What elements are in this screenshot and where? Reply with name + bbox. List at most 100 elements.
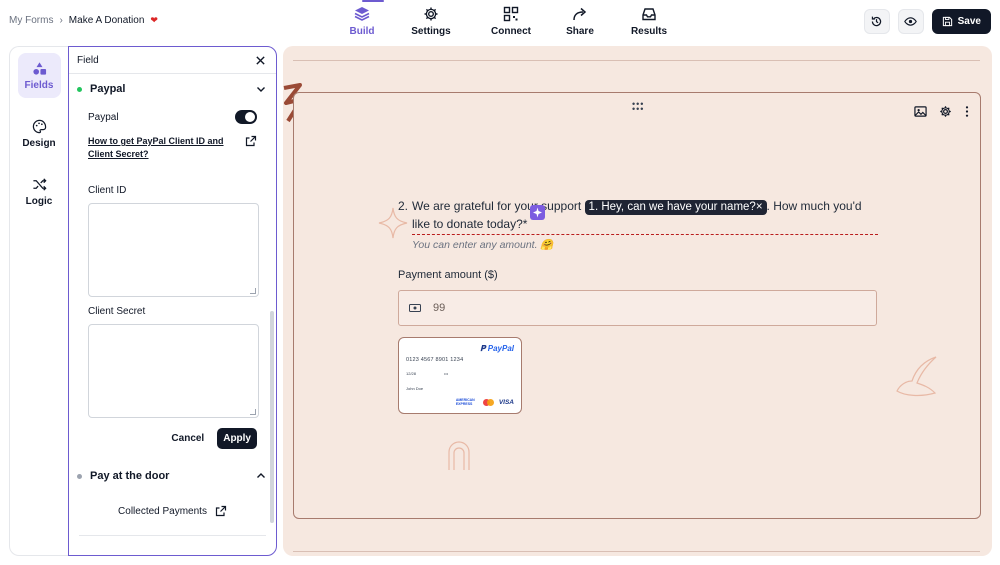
next-question-card[interactable] xyxy=(293,551,980,556)
save-label: Save xyxy=(957,16,981,27)
more-vertical-icon[interactable] xyxy=(964,105,970,118)
nav-build[interactable]: Build xyxy=(338,0,386,44)
paypal-status-dot xyxy=(77,86,82,92)
nav-build-label: Build xyxy=(349,26,375,37)
amex-logo: AMERICAN EXPRESS xyxy=(455,398,475,406)
breadcrumb-current: Make A Donation xyxy=(68,15,145,26)
question-card[interactable]: ••• ••• 2. We are grateful for your suppo… xyxy=(293,92,981,519)
rail-design-label: Design xyxy=(22,137,56,149)
top-actions: Save xyxy=(863,9,991,34)
hat-decoration xyxy=(896,356,937,397)
card-expiry: 12/28 xyxy=(406,371,417,376)
paypal-logo: 𝐏 PayPal xyxy=(480,344,514,353)
rail-fields[interactable]: Fields xyxy=(17,53,61,98)
left-rail: Fields Design Logic xyxy=(9,46,68,556)
palette-icon xyxy=(32,119,46,133)
panel-actions: Cancel Apply xyxy=(88,428,257,449)
panel-scrollbar[interactable] xyxy=(270,311,274,523)
image-icon[interactable] xyxy=(914,105,927,118)
main-nav: Build Settings Connect Share Results xyxy=(338,0,684,44)
question-number: 2. xyxy=(398,199,409,213)
field-panel: Field Paypal Paypal How to get PayPal Cl… xyxy=(68,46,277,556)
arch-decoration xyxy=(448,441,470,470)
nav-settings[interactable]: Settings xyxy=(386,0,476,44)
paypal-section-title: Paypal xyxy=(90,83,126,95)
history-icon xyxy=(871,16,882,27)
card-holder: John Doe xyxy=(406,386,424,391)
gear-icon xyxy=(424,7,438,21)
close-icon[interactable] xyxy=(255,55,266,66)
drag-handle-icon[interactable]: ••• ••• xyxy=(632,100,644,114)
qr-icon xyxy=(503,6,519,22)
cancel-button[interactable]: Cancel xyxy=(171,433,204,444)
client-id-field[interactable] xyxy=(88,203,259,297)
heart-icon: ❤ xyxy=(150,15,158,25)
gear-icon[interactable] xyxy=(939,105,952,118)
breadcrumb-separator: › xyxy=(59,15,63,26)
apply-button[interactable]: Apply xyxy=(217,428,257,449)
paypal-toggle-label: Paypal xyxy=(88,111,119,123)
payment-amount-label: Payment amount ($) xyxy=(398,269,498,281)
card-number: 0123 4567 8901 1234 xyxy=(406,357,464,363)
paypal-toggle[interactable] xyxy=(235,110,257,124)
panel-header: Field xyxy=(69,47,276,74)
paypal-card-preview: 𝐏 PayPal 0123 4567 8901 1234 12/28 ••• J… xyxy=(398,337,522,414)
visa-logo: VISA xyxy=(498,398,514,406)
recall-pill-close[interactable]: × xyxy=(756,201,763,213)
question-text[interactable]: We are grateful for your support 1. Hey,… xyxy=(412,197,878,235)
client-secret-label: Client Secret xyxy=(88,306,146,317)
collected-payments-link[interactable]: Collected Payments xyxy=(69,505,276,517)
external-link-icon xyxy=(215,505,227,517)
paypal-section-header[interactable]: Paypal xyxy=(69,74,276,104)
door-status-dot xyxy=(77,473,82,479)
question-text-before: We are grateful for your support xyxy=(412,199,582,213)
shuffle-icon xyxy=(32,177,47,191)
nav-share[interactable]: Share xyxy=(546,0,614,44)
breadcrumb-root[interactable]: My Forms xyxy=(9,15,53,26)
recall-pill-label: 1. Hey, can we have your name? xyxy=(588,201,756,213)
nav-share-label: Share xyxy=(566,26,594,37)
nav-settings-label: Settings xyxy=(411,26,451,37)
payment-amount-value: 99 xyxy=(433,302,446,314)
top-bar: My Forms › Make A Donation ❤ Build Setti… xyxy=(0,0,1000,44)
shapes-icon xyxy=(32,61,46,75)
door-section-header[interactable]: Pay at the door xyxy=(69,461,276,491)
card-brands: AMERICAN EXPRESS VISA xyxy=(456,398,514,406)
form-canvas: ••• ••• 2. We are grateful for your suppo… xyxy=(283,46,992,556)
client-secret-field[interactable] xyxy=(88,324,259,418)
panel-title: Field xyxy=(77,54,99,66)
paypal-help-link[interactable]: How to get PayPal Client ID and Client S… xyxy=(88,135,228,161)
chevron-up-icon xyxy=(257,473,265,478)
floppy-icon xyxy=(942,16,952,27)
inbox-icon xyxy=(642,8,656,21)
card-tools xyxy=(914,105,970,118)
client-id-label: Client ID xyxy=(88,185,127,196)
history-button[interactable] xyxy=(863,9,890,34)
collected-payments-label: Collected Payments xyxy=(118,505,207,517)
external-link-icon[interactable] xyxy=(245,135,257,147)
paypal-help-row: How to get PayPal Client ID and Client S… xyxy=(88,135,257,161)
question-hint[interactable]: You can enter any amount. 🤗 xyxy=(412,238,554,251)
recall-pill[interactable]: 1. Hey, can we have your name?× xyxy=(584,200,767,215)
share-arrow-icon xyxy=(573,7,587,21)
payment-amount-input[interactable]: 99 xyxy=(398,290,877,326)
cash-icon xyxy=(409,304,421,312)
save-button[interactable]: Save xyxy=(931,9,991,34)
layers-icon xyxy=(354,7,370,21)
breadcrumb: My Forms › Make A Donation ❤ xyxy=(9,15,158,26)
chevron-down-icon xyxy=(257,87,265,92)
nav-connect-label: Connect xyxy=(491,26,531,37)
rail-fields-label: Fields xyxy=(24,79,54,91)
card-cvv: ••• xyxy=(444,371,449,376)
rail-design[interactable]: Design xyxy=(18,111,61,156)
previous-question-card[interactable] xyxy=(293,46,980,61)
rail-logic-label: Logic xyxy=(25,195,53,207)
eye-icon xyxy=(904,17,917,26)
nav-results-label: Results xyxy=(630,26,668,37)
nav-connect[interactable]: Connect xyxy=(476,0,546,44)
paypal-toggle-row: Paypal xyxy=(88,104,257,130)
preview-button[interactable] xyxy=(897,9,924,34)
door-section-title: Pay at the door xyxy=(90,470,170,482)
rail-logic[interactable]: Logic xyxy=(18,169,61,214)
nav-results[interactable]: Results xyxy=(614,0,684,44)
